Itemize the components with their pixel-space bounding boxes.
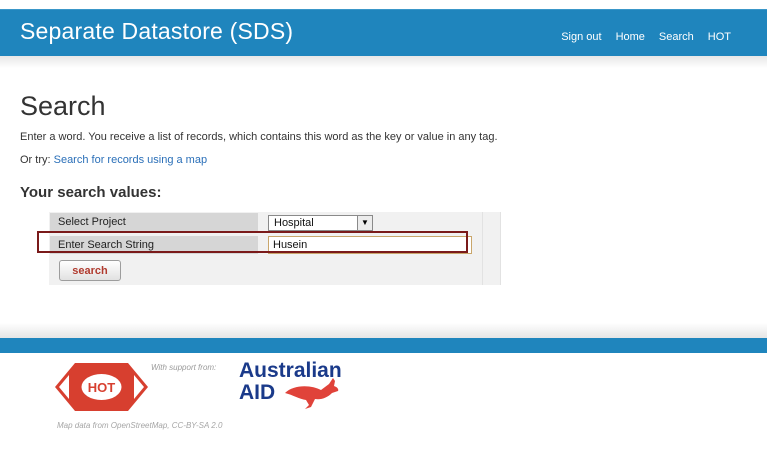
support-text: With support from:	[151, 363, 217, 372]
header-shadow	[0, 56, 767, 68]
aid-logo-line1: Australian	[239, 359, 342, 382]
project-select-value: Hospital	[274, 217, 314, 229]
page-title: Search	[20, 91, 106, 121]
nav-hot-link[interactable]: HOT	[708, 31, 731, 43]
map-search-link[interactable]: Search for records using a map	[54, 154, 207, 166]
intro-text: Enter a word. You receive a list of reco…	[20, 131, 498, 143]
map-credit: Map data from OpenStreetMap, CC-BY-SA 2.…	[57, 421, 223, 430]
hot-logo-text: HOT	[88, 380, 116, 395]
dropdown-arrow-icon[interactable]: ▼	[357, 216, 372, 230]
search-string-label: Enter Search String	[50, 236, 258, 254]
project-label: Select Project	[50, 213, 258, 231]
form-heading: Your search values:	[20, 184, 162, 201]
top-nav: Sign out Home Search HOT	[561, 31, 731, 43]
nav-home-link[interactable]: Home	[616, 31, 645, 43]
footer-shadow	[0, 323, 767, 339]
aid-logo-line2: AID	[239, 381, 275, 404]
form-divider	[482, 212, 483, 285]
search-button[interactable]: search	[59, 260, 121, 281]
app-title: Separate Datastore (SDS)	[20, 18, 294, 44]
search-string-input[interactable]	[268, 236, 472, 254]
or-try-label: Or try:	[20, 154, 54, 166]
project-select[interactable]: Hospital ▼	[268, 215, 373, 231]
footer-bar	[0, 338, 767, 353]
alternative-search-text: Or try: Search for records using a map	[20, 154, 207, 166]
nav-search-link[interactable]: Search	[659, 31, 694, 43]
hot-logo: HOT	[55, 363, 148, 411]
australian-aid-logo: Australian AID	[239, 359, 342, 409]
header-bar: Separate Datastore (SDS) Sign out Home S…	[0, 9, 767, 57]
form-divider	[500, 212, 501, 285]
kangaroo-icon	[285, 378, 339, 409]
nav-sign-out-link[interactable]: Sign out	[561, 31, 601, 43]
